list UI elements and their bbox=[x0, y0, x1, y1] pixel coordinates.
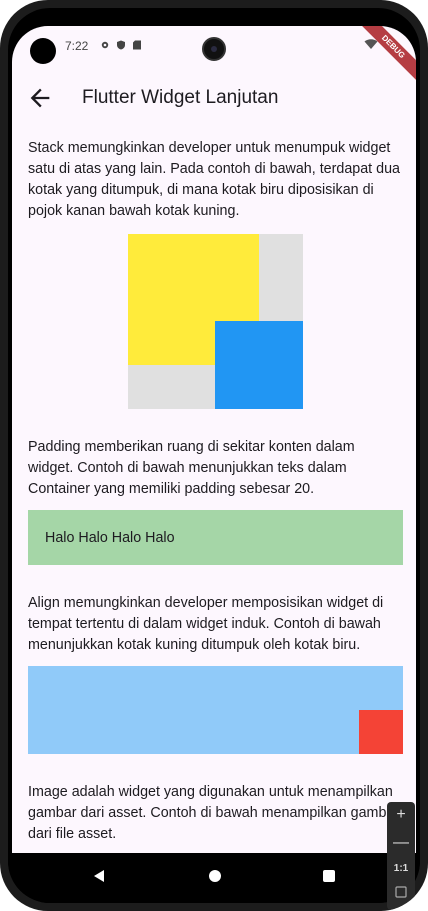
back-triangle-icon[interactable] bbox=[92, 869, 106, 883]
home-circle-icon[interactable] bbox=[208, 869, 222, 883]
device-bezel: 7:22 DEBUG Flutter Widget Lanjutan Stack… bbox=[8, 8, 420, 903]
front-camera bbox=[202, 37, 226, 61]
padding-description: Padding memberikan ruang di sekitar kont… bbox=[28, 439, 355, 497]
back-arrow-icon[interactable] bbox=[26, 84, 54, 112]
punch-hole-camera bbox=[30, 38, 56, 64]
zoom-out-button[interactable]: — bbox=[387, 830, 415, 856]
emulator-zoom-toolbar: + — 1:1 bbox=[387, 802, 415, 910]
red-box bbox=[359, 710, 403, 754]
zoom-reset-button[interactable]: 1:1 bbox=[387, 856, 415, 882]
padding-demo-container: Halo Halo Halo Halo bbox=[28, 510, 403, 565]
app-bar: Flutter Widget Lanjutan bbox=[12, 70, 416, 126]
shield-icon bbox=[117, 40, 125, 50]
device-frame: 7:22 DEBUG Flutter Widget Lanjutan Stack… bbox=[0, 0, 428, 911]
padding-sample-text: Halo Halo Halo Halo bbox=[45, 530, 175, 546]
scroll-content[interactable]: Stack memungkinkan developer untuk menum… bbox=[28, 138, 403, 853]
navigation-bar bbox=[8, 853, 420, 903]
page-title: Flutter Widget Lanjutan bbox=[82, 87, 279, 108]
zoom-in-button[interactable]: + bbox=[387, 802, 415, 828]
blue-box bbox=[215, 321, 303, 409]
sd-card-icon bbox=[133, 40, 141, 50]
stack-demo bbox=[128, 234, 303, 409]
status-time: 7:22 bbox=[65, 39, 89, 53]
status-bar: 7:22 DEBUG bbox=[12, 26, 416, 84]
align-description: Align memungkinkan developer memposisika… bbox=[28, 595, 384, 653]
recents-square-icon[interactable] bbox=[322, 869, 336, 883]
align-demo-container bbox=[28, 666, 403, 754]
app-screen: 7:22 DEBUG Flutter Widget Lanjutan Stack… bbox=[12, 26, 416, 853]
stack-description: Stack memungkinkan developer untuk menum… bbox=[28, 140, 400, 219]
screenshot-icon[interactable] bbox=[395, 886, 407, 898]
image-description: Image adalah widget yang digunakan untuk… bbox=[28, 784, 400, 842]
settings-icon bbox=[101, 41, 109, 49]
